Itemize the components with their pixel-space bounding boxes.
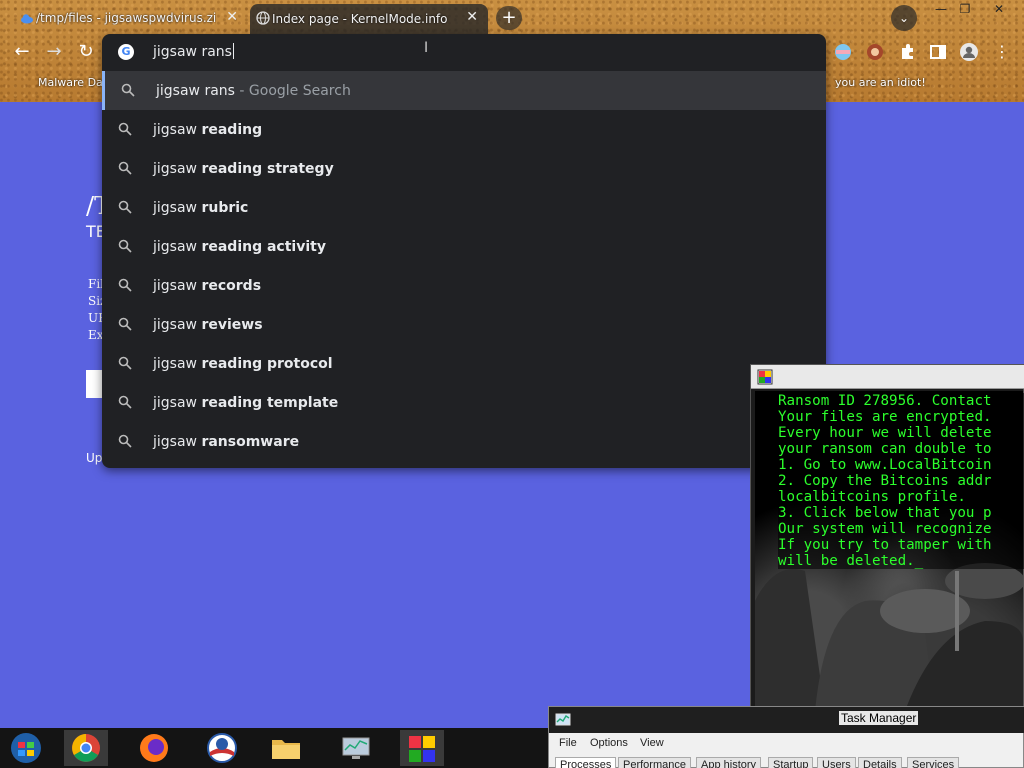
address-bar[interactable]: G jigsaw rans I: [102, 34, 826, 70]
start-button[interactable]: [4, 730, 48, 766]
ransom-line: 2. Copy the Bitcoins addr: [778, 473, 1024, 489]
task-manager-titlebar[interactable]: Task Manager: [549, 707, 1024, 733]
tab-files[interactable]: /tmp/files - jigsawspwdvirus.zip ✕: [14, 4, 248, 32]
search-icon: [121, 83, 135, 97]
tab-details[interactable]: Details: [858, 757, 902, 768]
folder-icon: [272, 740, 300, 759]
ransom-line: 1. Go to www.LocalBitcoin: [778, 457, 1024, 473]
tab-search-button[interactable]: ⌄: [891, 5, 917, 31]
taskbar-firefox[interactable]: [132, 730, 176, 766]
suggestion-item[interactable]: jigsaw reading strategy: [102, 149, 826, 188]
menu-view[interactable]: View: [640, 737, 664, 749]
app-icon: [757, 369, 773, 385]
address-input[interactable]: jigsaw rans: [153, 43, 234, 60]
reload-button[interactable]: ↻: [74, 40, 98, 64]
ransom-message: Ransom ID 278956. Contact Your files are…: [778, 393, 1024, 569]
taskbar-chrome[interactable]: [64, 730, 108, 766]
search-icon: [118, 200, 132, 214]
ransom-line: Your files are encrypted.: [778, 409, 1024, 425]
ransom-line: Every hour we will delete: [778, 425, 1024, 441]
tab-services[interactable]: Services: [907, 757, 960, 768]
google-icon: G: [118, 44, 134, 60]
tab-label: /tmp/files - jigsawspwdvirus.zip: [36, 11, 216, 25]
profile-avatar-icon[interactable]: [959, 42, 979, 62]
omnibox-dropdown: G jigsaw rans I jigsaw rans - Google Sea…: [102, 34, 826, 468]
ransom-line: localbitcoins profile.: [778, 489, 1024, 505]
ransom-line: Our system will recognize: [778, 521, 1024, 537]
new-tab-button[interactable]: +: [496, 6, 522, 30]
tab-label: Index page - KernelMode.info: [272, 12, 448, 26]
suggestion-item[interactable]: jigsaw reading: [102, 110, 826, 149]
side-panel-icon[interactable]: [928, 42, 948, 62]
tab-app-history[interactable]: App history: [696, 757, 762, 768]
menu-kebab-icon[interactable]: ⋮: [990, 40, 1014, 64]
colorful-app-icon: [409, 736, 435, 762]
firefox-icon: [140, 734, 168, 762]
tab-performance[interactable]: Performance: [618, 757, 691, 768]
tab-startup[interactable]: Startup: [768, 757, 814, 768]
maximize-button[interactable]: ❐: [950, 1, 980, 17]
menu-options[interactable]: Options: [590, 737, 628, 749]
page-footer: Up: [86, 451, 103, 465]
task-manager-window[interactable]: Task Manager File Options View Processes…: [548, 706, 1024, 768]
search-icon: [118, 122, 132, 136]
suggestion-item[interactable]: jigsaw rans - Google Search: [102, 71, 826, 110]
chrome-icon: [72, 734, 100, 762]
monitor-icon: [342, 737, 370, 759]
puzzle-icon[interactable]: [897, 42, 917, 62]
ransom-window-titlebar[interactable]: [751, 365, 1024, 389]
ransom-line: your ransom can double to: [778, 441, 1024, 457]
task-manager-icon: [555, 713, 571, 726]
search-icon: [118, 161, 132, 175]
extension-face-icon[interactable]: [865, 42, 885, 62]
tab-processes[interactable]: Processes: [555, 757, 617, 768]
start-orb-icon: [11, 733, 41, 763]
search-icon: [118, 395, 132, 409]
menu-file[interactable]: File: [559, 737, 577, 749]
ransom-window[interactable]: Ransom ID 278956. Contact Your files are…: [750, 364, 1024, 710]
bookmark-malware[interactable]: Malware Dat: [38, 76, 107, 89]
search-icon: [118, 317, 132, 331]
taskbar-file-explorer[interactable]: [264, 730, 308, 766]
taskbar-monitor[interactable]: [334, 730, 378, 766]
bookmark-idiot[interactable]: you are an idiot!: [835, 76, 926, 89]
back-button[interactable]: ←: [10, 40, 34, 64]
suggestion-item[interactable]: jigsaw rubric: [102, 188, 826, 227]
close-icon[interactable]: ✕: [466, 9, 478, 25]
forward-button[interactable]: →: [42, 40, 66, 64]
search-icon: [118, 278, 132, 292]
taskbar: [0, 728, 548, 768]
suggestion-item[interactable]: jigsaw ransomware: [102, 422, 826, 461]
suggestion-item[interactable]: jigsaw reviews: [102, 305, 826, 344]
search-icon: [118, 239, 132, 253]
taskbar-obama[interactable]: [200, 730, 244, 766]
task-manager-title: Task Manager: [839, 711, 919, 725]
ransom-line: will be deleted._: [778, 553, 1024, 569]
suggestion-item[interactable]: jigsaw reading activity: [102, 227, 826, 266]
close-icon[interactable]: ✕: [226, 9, 238, 25]
obama-logo-icon: [207, 733, 237, 763]
taskbar-jigsaw[interactable]: [400, 730, 444, 766]
ransom-line: 3. Click below that you p: [778, 505, 1024, 521]
ransom-line: If you try to tamper with: [778, 537, 1024, 553]
suggestion-item[interactable]: jigsaw reading template: [102, 383, 826, 422]
text-cursor-icon: I: [424, 40, 429, 56]
suggestion-item[interactable]: jigsaw records: [102, 266, 826, 305]
search-icon: [118, 434, 132, 448]
globe-icon: [256, 11, 270, 25]
cloud-icon: [21, 14, 33, 24]
extension-flag-icon[interactable]: [833, 42, 853, 62]
close-window-button[interactable]: ✕: [984, 1, 1014, 17]
tab-users[interactable]: Users: [817, 757, 856, 768]
ransom-line: Ransom ID 278956. Contact: [778, 393, 1024, 409]
suggestion-item[interactable]: jigsaw reading protocol: [102, 344, 826, 383]
tab-kernelmode[interactable]: Index page - KernelMode.info ✕: [250, 4, 488, 34]
search-icon: [118, 356, 132, 370]
